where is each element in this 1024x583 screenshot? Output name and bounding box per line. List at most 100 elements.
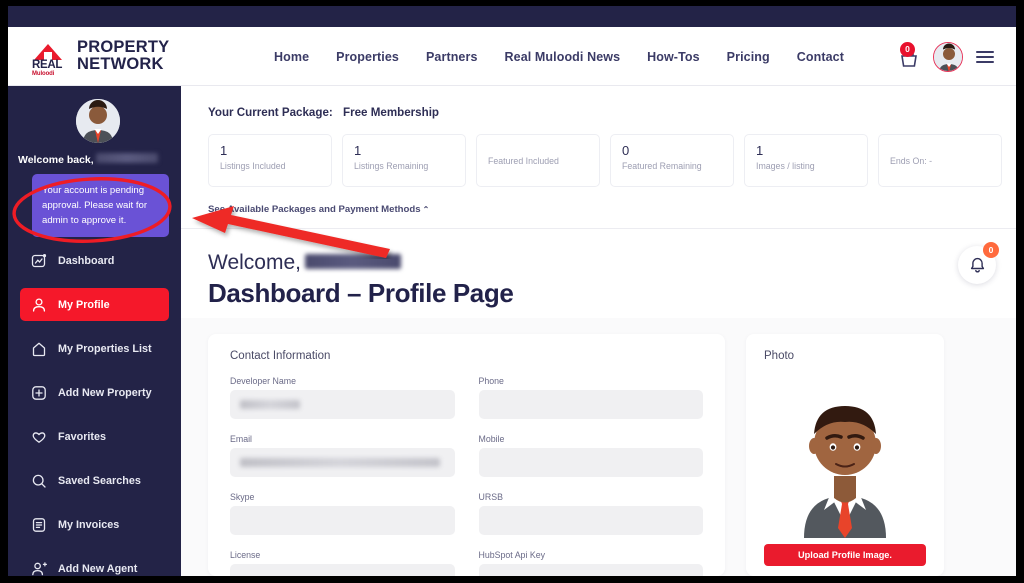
- field-label: Developer Name: [230, 376, 297, 386]
- page-title: Dashboard – Profile Page: [208, 278, 514, 308]
- sidebar-menu: Dashboard My Profile My Properties List: [8, 244, 181, 576]
- sidebar-welcome: Welcome back,: [18, 153, 178, 166]
- stat-label: Ends On: -: [890, 155, 933, 166]
- field-mobile: Mobile: [478, 434, 703, 477]
- field-developer-name: Developer Name: [230, 376, 455, 419]
- sidebar-welcome-text: Welcome back,: [18, 154, 94, 166]
- sidebar-item-favorites[interactable]: Favorites: [20, 420, 169, 453]
- home-icon: [32, 342, 46, 356]
- contact-information-card: Contact Information Developer Name Phone…: [208, 334, 725, 576]
- stat-label: Featured Included: [488, 155, 559, 166]
- skype-input[interactable]: [230, 506, 455, 535]
- logo-muloodi-text: Muloodi: [32, 70, 55, 77]
- main-welcome: Welcome,: [208, 251, 401, 275]
- stat-card: 1 Listings Remaining: [342, 134, 466, 187]
- photo-card-title: Photo: [764, 350, 795, 362]
- stat-number: 1: [354, 143, 362, 158]
- contact-card-title: Contact Information: [230, 350, 331, 362]
- field-phone: Phone: [478, 376, 703, 419]
- nav-item-how-tos[interactable]: How-Tos: [647, 50, 700, 64]
- dashboard-icon: [31, 253, 47, 267]
- sidebar-item-dashboard[interactable]: Dashboard: [20, 244, 169, 277]
- sidebar-item-my-profile[interactable]: My Profile: [20, 288, 169, 321]
- sidebar-item-label: My Invoices: [58, 518, 120, 531]
- stat-label: Listings Included: [220, 161, 286, 171]
- main-navigation: Home Properties Partners Real Muloodi Ne…: [274, 27, 844, 86]
- site-logo[interactable]: REAL Muloodi PROPERTY NETWORK: [32, 38, 170, 77]
- license-input[interactable]: [230, 564, 455, 576]
- stat-card: Ends On: -: [878, 134, 1002, 187]
- field-email: Email: [230, 434, 455, 477]
- sidebar-item-label: Add New Property: [58, 386, 152, 399]
- contact-form-grid: Developer Name Phone Email Mobile Skype …: [230, 376, 703, 576]
- sidebar-item-label: Favorites: [58, 430, 107, 443]
- sidebar-item-add-new-property[interactable]: Add New Property: [20, 376, 169, 409]
- mobile-input[interactable]: [478, 448, 703, 477]
- sidebar-item-label: Dashboard: [58, 254, 115, 267]
- field-skype: Skype: [230, 492, 455, 535]
- notifications-badge: 0: [983, 242, 999, 258]
- avatar-image: [934, 42, 962, 71]
- sidebar-item-add-new-agent[interactable]: Add New Agent: [20, 552, 169, 576]
- email-input[interactable]: [230, 448, 455, 477]
- field-label: Mobile: [478, 434, 505, 444]
- stat-number: 1: [756, 143, 764, 158]
- section-divider: [181, 228, 1016, 229]
- pending-approval-notice: Your account is pending approval. Please…: [32, 174, 169, 237]
- hamburger-menu-icon[interactable]: [976, 50, 994, 63]
- field-hubspot-api-key: HubSpot Api Key: [478, 550, 703, 576]
- main-username-redacted: [304, 254, 401, 269]
- invoice-icon: [32, 517, 46, 532]
- field-license: License: [230, 550, 455, 576]
- logo-title-line1: PROPERTY: [77, 38, 170, 56]
- stat-card: 1 Images / listing: [744, 134, 868, 187]
- current-package-value: Free Membership: [343, 106, 440, 119]
- current-package-line: Your Current Package: Free Membership: [208, 106, 439, 119]
- field-label: HubSpot Api Key: [478, 550, 546, 560]
- sidebar-avatar-image: [76, 99, 120, 143]
- sidebar-avatar: [76, 99, 120, 143]
- user-icon: [32, 297, 46, 312]
- profile-photo: [768, 376, 923, 538]
- main-welcome-text: Welcome,: [208, 251, 301, 274]
- top-navy-strip: [8, 6, 1016, 27]
- hubspot-api-key-input[interactable]: [478, 564, 703, 576]
- dashboard-sidebar: Welcome back, Your account is pending ap…: [8, 86, 181, 576]
- cart-button[interactable]: 0: [898, 41, 920, 70]
- stat-label: Featured Remaining: [622, 161, 702, 171]
- field-ursb: URSB: [478, 492, 703, 535]
- sidebar-item-saved-searches[interactable]: Saved Searches: [20, 464, 169, 497]
- see-packages-label: See Available Packages and Payment Metho…: [208, 204, 421, 215]
- field-label: License: [230, 550, 261, 560]
- sidebar-item-my-properties-list[interactable]: My Properties List: [20, 332, 169, 365]
- heart-icon: [32, 431, 46, 443]
- ursb-input[interactable]: [478, 506, 703, 535]
- avatar[interactable]: [933, 41, 963, 72]
- nav-item-real-muloodi-news[interactable]: Real Muloodi News: [505, 50, 621, 64]
- profile-photo-image: [768, 376, 923, 538]
- see-available-packages-link[interactable]: See Available Packages and Payment Metho…: [208, 204, 429, 215]
- nav-item-contact[interactable]: Contact: [797, 50, 844, 64]
- field-label: URSB: [478, 492, 503, 502]
- logo-title-line2: NETWORK: [77, 55, 164, 73]
- site-header: REAL Muloodi PROPERTY NETWORK Home Prope…: [8, 27, 1016, 86]
- upload-profile-image-button[interactable]: Upload Profile Image.: [764, 544, 926, 566]
- logo-mark: REAL Muloodi: [32, 40, 70, 77]
- nav-item-properties[interactable]: Properties: [336, 50, 399, 64]
- logo-real-text: REAL: [32, 58, 63, 71]
- cart-badge: 0: [900, 41, 915, 57]
- notifications-button[interactable]: 0: [958, 242, 999, 284]
- plus-square-icon: [32, 385, 46, 400]
- stat-card: 0 Featured Remaining: [610, 134, 734, 187]
- current-package-label: Your Current Package:: [208, 106, 333, 119]
- developer-name-input[interactable]: [230, 390, 455, 419]
- nav-item-home[interactable]: Home: [274, 50, 309, 64]
- nav-item-partners[interactable]: Partners: [426, 50, 478, 64]
- sidebar-item-my-invoices[interactable]: My Invoices: [20, 508, 169, 541]
- sidebar-item-label: My Properties List: [58, 342, 152, 355]
- field-label: Phone: [478, 376, 504, 386]
- field-label: Email: [230, 434, 252, 444]
- phone-input[interactable]: [478, 390, 703, 419]
- nav-item-pricing[interactable]: Pricing: [727, 50, 770, 64]
- stat-card: 1 Listings Included: [208, 134, 332, 187]
